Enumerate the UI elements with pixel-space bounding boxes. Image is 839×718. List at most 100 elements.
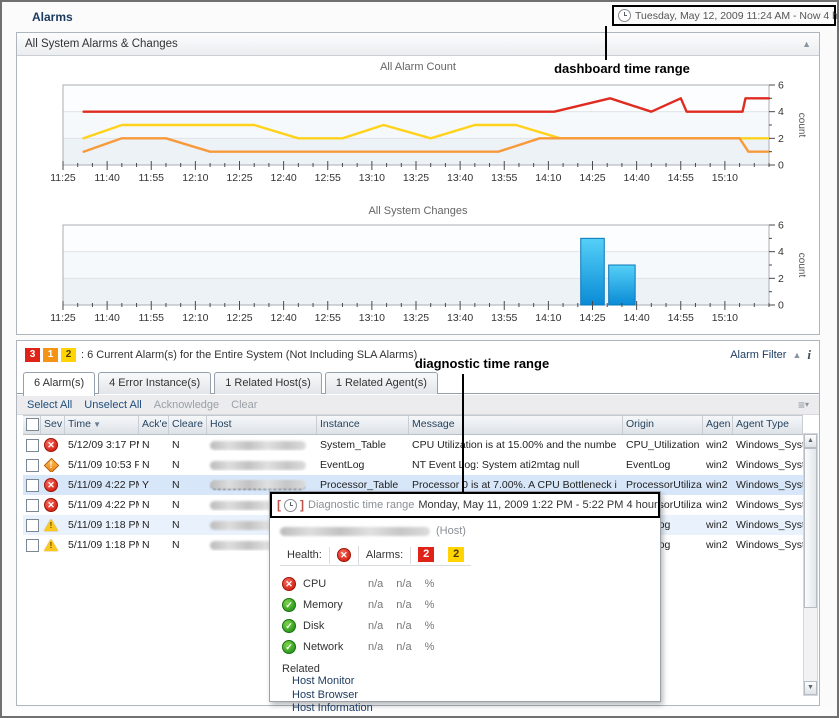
time-cell: 5/12/09 3:17 PM — [65, 439, 139, 451]
dashboard-time-range-control[interactable]: Tuesday, May 12, 2009 11:24 AM - Now 4 h… — [612, 5, 836, 26]
svg-text:0: 0 — [778, 160, 784, 172]
svg-text:11:25: 11:25 — [50, 172, 76, 184]
row-checkbox[interactable] — [26, 519, 39, 532]
host-monitor-link[interactable]: Host Monitor — [292, 675, 660, 689]
svg-text:6: 6 — [778, 80, 784, 92]
scroll-up-icon[interactable]: ▲ — [804, 434, 817, 448]
col-header-message[interactable]: Message — [409, 416, 623, 434]
col-header-host[interactable]: Host — [207, 416, 317, 434]
svg-text:2: 2 — [778, 133, 784, 145]
row-checkbox[interactable] — [26, 479, 39, 492]
tab-1-related-agent-s-[interactable]: 1 Related Agent(s) — [325, 372, 438, 394]
svg-text:12:25: 12:25 — [226, 312, 252, 324]
header-checkbox[interactable] — [26, 418, 39, 431]
metric-name: Memory — [303, 599, 361, 611]
svg-text:12:40: 12:40 — [270, 312, 296, 324]
table-customizer-icon[interactable]: ≡▾ — [798, 400, 809, 410]
col-header-agen[interactable]: Agen — [703, 416, 733, 434]
table-toolbar: Select AllUnselect AllAcknowledgeClear ≡… — [17, 395, 819, 415]
redacted-host[interactable] — [210, 480, 306, 490]
agent-cell: win2 — [703, 539, 733, 551]
svg-text:count: count — [796, 253, 807, 278]
table-row[interactable]: ✕5/12/09 3:17 PMNNSystem_TableCPU Utiliz… — [23, 435, 803, 455]
normal-status-icon: ✓ — [282, 640, 296, 654]
svg-text:13:55: 13:55 — [491, 172, 517, 184]
svg-text:14:10: 14:10 — [535, 312, 561, 324]
host-browser-link[interactable]: Host Browser — [292, 689, 660, 703]
severity-cell: ✕ — [41, 498, 65, 512]
row-checkbox[interactable] — [26, 499, 39, 512]
select-all-button[interactable]: Select All — [27, 399, 72, 411]
normal-status-icon: ✓ — [282, 598, 296, 612]
row-checkbox[interactable] — [26, 439, 39, 452]
metric-row-memory: ✓Memoryn/an/a% — [282, 594, 660, 615]
tab-4-error-instance-s-[interactable]: 4 Error Instance(s) — [98, 372, 211, 394]
acknowledge-button: Acknowledge — [154, 399, 219, 411]
cleared-cell: N — [169, 499, 207, 511]
info-icon[interactable]: i — [807, 347, 811, 363]
svg-text:11:40: 11:40 — [94, 312, 120, 324]
alarm-filter-link[interactable]: Alarm Filter — [730, 349, 786, 361]
table-row[interactable]: !5/11/09 10:53 PMNNEventLogNT Event Log:… — [23, 455, 803, 475]
svg-text:14:40: 14:40 — [623, 312, 649, 324]
col-header-time[interactable]: Time ▼ — [65, 416, 139, 434]
svg-text:13:25: 13:25 — [403, 312, 429, 324]
svg-text:0: 0 — [778, 300, 784, 312]
metric-value: n/a — [368, 599, 383, 611]
collapse-icon[interactable]: ▲ — [802, 39, 811, 49]
unselect-all-button[interactable]: Unselect All — [84, 399, 141, 411]
select-all-column-header[interactable] — [23, 416, 41, 434]
scrollbar-thumb[interactable] — [804, 448, 817, 608]
col-header-sev[interactable]: Sev — [41, 416, 65, 434]
agent-type-cell: Windows_Syst — [733, 519, 803, 531]
table-scrollbar[interactable]: ▲ ▼ — [803, 433, 818, 696]
col-header-acke[interactable]: Ack'e — [139, 416, 169, 434]
svg-text:14:25: 14:25 — [579, 312, 605, 324]
metric-row-network: ✓Networkn/an/a% — [282, 636, 660, 657]
agent-type-cell: Windows_Syst — [733, 539, 803, 551]
fatal-severity-icon: ! — [44, 458, 58, 472]
sort-desc-icon[interactable]: ▼ — [91, 420, 101, 429]
instance-cell: System_Table — [317, 439, 409, 451]
row-checkbox[interactable] — [26, 459, 39, 472]
tab-1-related-host-s-[interactable]: 1 Related Host(s) — [214, 372, 322, 394]
redacted-host[interactable] — [210, 461, 306, 470]
critical-severity-icon: ✕ — [44, 478, 58, 492]
redacted-host[interactable] — [210, 441, 306, 450]
svg-text:13:55: 13:55 — [491, 312, 517, 324]
row-checkbox-cell — [23, 519, 41, 532]
col-header-instance[interactable]: Instance — [317, 416, 409, 434]
col-header-agenttype[interactable]: Agent Type — [733, 416, 803, 434]
alarm-filter-collapse-icon[interactable]: ▲ — [792, 350, 801, 360]
acked-cell: N — [139, 459, 169, 471]
row-checkbox[interactable] — [26, 539, 39, 552]
clock-icon — [284, 499, 297, 512]
system-changes-chart: 11:2511:4011:5512:1012:2512:4012:5513:10… — [47, 219, 837, 331]
svg-text:13:40: 13:40 — [447, 172, 473, 184]
svg-text:12:55: 12:55 — [315, 172, 341, 184]
metric-value: n/a — [396, 578, 411, 590]
warning-severity-icon — [44, 539, 59, 552]
health-critical-icon: ✕ — [337, 548, 351, 562]
severity-cell: ✕ — [41, 438, 65, 452]
related-links: Host MonitorHost BrowserHost Information — [270, 675, 660, 716]
svg-text:4: 4 — [778, 106, 784, 118]
panel-header[interactable]: All System Alarms & Changes ▲ — [17, 33, 819, 56]
col-header-origin[interactable]: Origin — [623, 416, 703, 434]
agent-type-cell: Windows_Syst — [733, 499, 803, 511]
col-header-cleare[interactable]: Cleare — [169, 416, 207, 434]
svg-text:13:10: 13:10 — [359, 312, 385, 324]
agent-type-cell: Windows_Syst — [733, 439, 803, 451]
dashboard-time-range-text: Tuesday, May 12, 2009 11:24 AM - Now 4 h… — [635, 10, 839, 22]
scroll-down-icon[interactable]: ▼ — [804, 681, 817, 695]
tab-6-alarm-s-[interactable]: 6 Alarm(s) — [23, 372, 95, 396]
svg-text:13:40: 13:40 — [447, 312, 473, 324]
svg-text:13:10: 13:10 — [359, 172, 385, 184]
message-cell: Processor 0 is at 7.00%. A CPU Bottlenec… — [409, 479, 623, 491]
metric-value: n/a — [396, 599, 411, 611]
message-cell: CPU Utilization is at 15.00% and the num… — [409, 439, 623, 451]
cleared-cell: N — [169, 539, 207, 551]
warning-severity-icon — [44, 519, 59, 532]
svg-text:12:40: 12:40 — [270, 172, 296, 184]
host-information-link[interactable]: Host Information — [292, 702, 660, 716]
